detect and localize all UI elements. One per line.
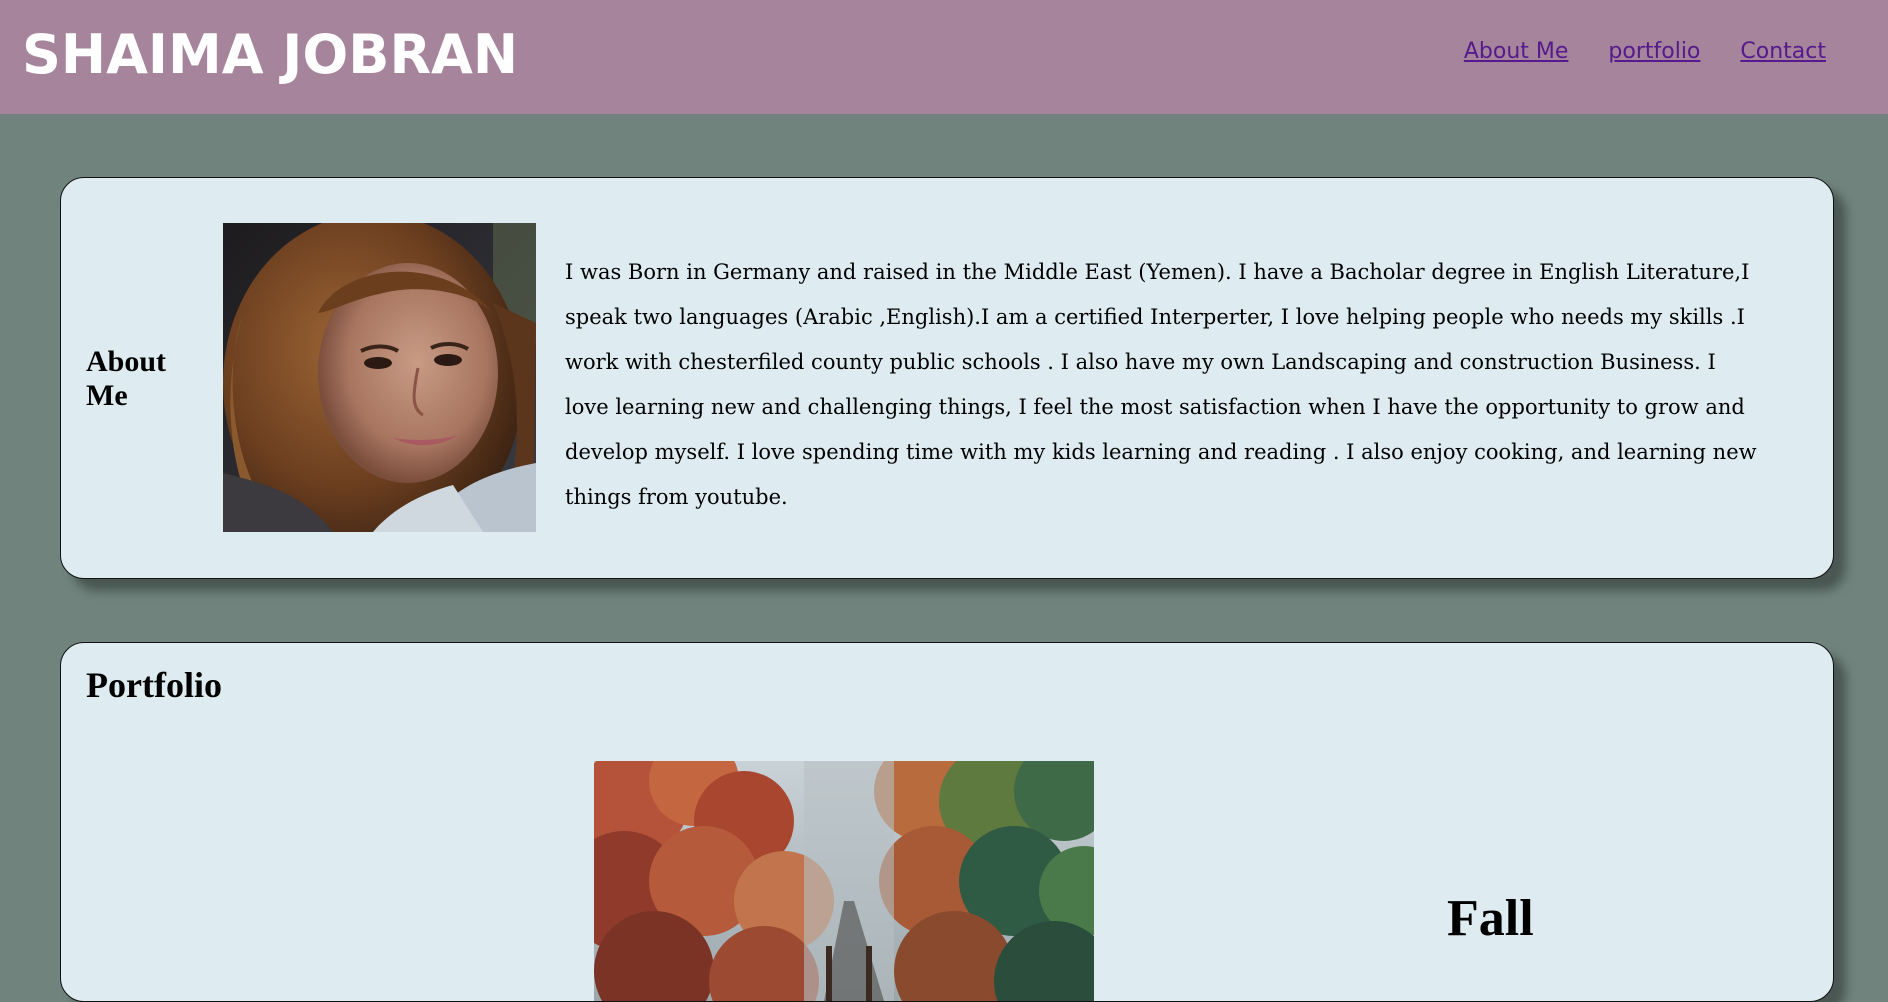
about-text: I was Born in Germany and raised in the … [565, 260, 1757, 509]
profile-photo [223, 223, 536, 532]
about-heading: About Me [86, 345, 206, 413]
site-title: SHAIMA JOBRAN [22, 23, 519, 86]
portfolio-section: Portfolio Fall [60, 642, 1834, 1002]
nav-link-about-me[interactable]: About Me [1464, 38, 1569, 66]
nav-link-portfolio[interactable]: portfolio [1608, 38, 1700, 66]
about-heading-line1: About [86, 345, 167, 378]
about-section: About Me I was Born in Germany and raise… [60, 177, 1834, 579]
portfolio-item-title: Fall [1447, 890, 1534, 947]
about-heading-line2: Me [86, 379, 128, 412]
site-header: SHAIMA JOBRAN About Me portfolio Contact [0, 0, 1888, 114]
main-nav: About Me portfolio Contact [1464, 38, 1826, 66]
portfolio-heading: Portfolio [86, 665, 222, 705]
fall-landscape-image [594, 761, 1094, 1001]
nav-link-contact[interactable]: Contact [1740, 38, 1826, 66]
